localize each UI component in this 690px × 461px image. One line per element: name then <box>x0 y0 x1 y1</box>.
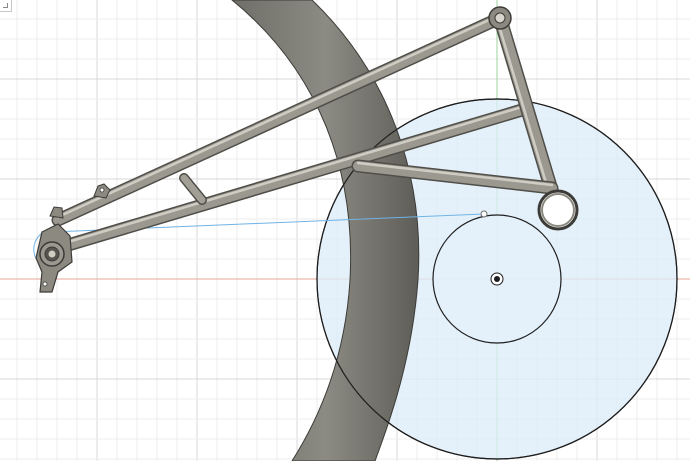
dropout-hanger-hole <box>42 281 48 287</box>
dropout-tab-small[interactable] <box>49 206 64 219</box>
corner-glyph <box>3 3 8 8</box>
origin-point-dot <box>494 276 500 282</box>
sketch-point[interactable] <box>480 210 488 218</box>
dropout-axle-hole <box>48 250 56 258</box>
top-pivot-hole <box>494 12 506 24</box>
view-corner-icon[interactable] <box>0 0 12 12</box>
dropout-tab-hole <box>99 187 105 193</box>
design-canvas[interactable] <box>0 0 690 461</box>
lower-pivot-inner <box>541 193 575 227</box>
canvas-graphics[interactable] <box>0 0 690 461</box>
